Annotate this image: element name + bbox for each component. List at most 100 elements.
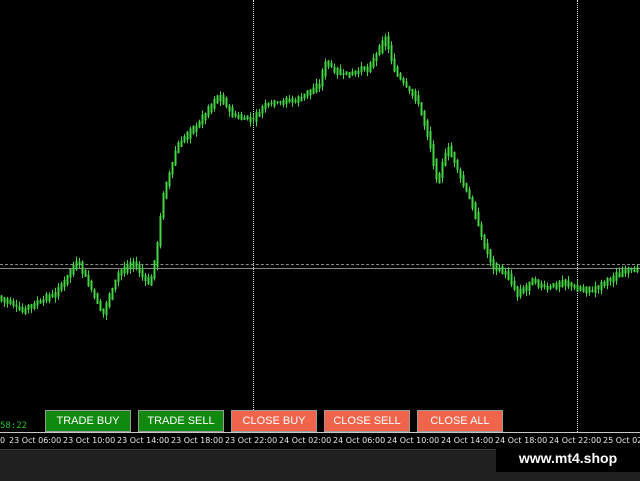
candle-body xyxy=(168,172,171,187)
candle-body xyxy=(237,114,240,119)
candle-body xyxy=(78,261,81,265)
candle-body xyxy=(480,224,483,237)
candle-body xyxy=(624,269,627,274)
trade-buy-button[interactable]: TRADE BUY xyxy=(45,410,131,432)
candle-body xyxy=(498,267,501,272)
candle-body xyxy=(561,280,564,288)
candle-body xyxy=(576,284,579,292)
candle-body xyxy=(450,145,453,158)
candle-body xyxy=(585,286,588,294)
candle-body xyxy=(105,302,108,316)
candle-body xyxy=(219,95,222,102)
candle-body xyxy=(438,173,441,184)
candle-body xyxy=(120,269,123,276)
candle-body xyxy=(225,97,228,108)
candle-body xyxy=(138,264,141,274)
candle-body xyxy=(204,112,207,121)
candle-body xyxy=(60,283,63,291)
candle-body xyxy=(180,140,183,147)
candle-body xyxy=(75,261,78,270)
candle-body xyxy=(633,269,636,273)
candle-body xyxy=(318,83,321,89)
candle-body xyxy=(504,271,507,275)
candle-body xyxy=(369,62,372,73)
candle-body xyxy=(549,285,552,289)
candle-body xyxy=(117,272,120,282)
candle-body xyxy=(195,125,198,132)
close-all-button[interactable]: CLOSE ALL xyxy=(417,410,503,432)
candle-body xyxy=(270,102,273,104)
candle-body xyxy=(81,261,84,274)
candle-body xyxy=(537,279,540,288)
candle-body xyxy=(513,280,516,290)
candle-body xyxy=(132,261,135,268)
candle-body xyxy=(93,289,96,298)
axis-tick-label: 24 Oct 02:00 xyxy=(279,436,332,445)
candle-body xyxy=(522,287,525,294)
candle-body xyxy=(297,96,300,103)
candle-body xyxy=(456,159,459,171)
candle-body xyxy=(372,57,375,68)
candlestick-series xyxy=(0,31,639,320)
candle-body xyxy=(12,301,15,306)
candle-body xyxy=(627,267,630,274)
candle-body xyxy=(573,284,576,289)
candle-body xyxy=(486,242,489,255)
candle-body xyxy=(357,70,360,74)
candle-body xyxy=(129,261,132,270)
trade-sell-button[interactable]: TRADE SELL xyxy=(138,410,224,432)
candle-body xyxy=(570,282,573,287)
candle-body xyxy=(405,81,408,88)
candle-body xyxy=(45,294,48,301)
candle-body xyxy=(243,117,246,120)
candle-body xyxy=(147,276,150,285)
price-chart[interactable]: 58:22 TRADE BUY TRADE SELL CLOSE BUY CLO… xyxy=(0,0,640,432)
candle-body xyxy=(213,98,216,109)
candle-body xyxy=(6,298,9,304)
candle-body xyxy=(423,110,426,126)
candle-body xyxy=(228,105,231,112)
candle-body xyxy=(153,260,156,279)
candle-body xyxy=(330,62,333,67)
candle-body xyxy=(600,281,603,291)
candle-body xyxy=(144,275,147,282)
candle-body xyxy=(381,40,384,54)
candle-body xyxy=(462,175,465,187)
candle-body xyxy=(531,278,534,286)
candle-body xyxy=(495,262,498,272)
candle-body xyxy=(189,128,192,139)
axis-tick-label: 24 Oct 10:00 xyxy=(387,436,440,445)
candle-body xyxy=(546,285,549,291)
candle-body xyxy=(72,264,75,275)
candle-body xyxy=(36,300,39,306)
candle-body xyxy=(273,100,276,107)
candle-body xyxy=(588,286,591,293)
candle-body xyxy=(375,53,378,62)
candle-body xyxy=(159,215,162,247)
candle-body xyxy=(345,71,348,75)
candle-body xyxy=(615,271,618,281)
candle-body xyxy=(501,266,504,274)
candle-body xyxy=(564,279,567,286)
candle-body xyxy=(57,286,60,297)
candle-body xyxy=(258,111,261,117)
candle-body xyxy=(558,281,561,288)
candle-body xyxy=(525,285,528,292)
candle-body xyxy=(516,286,519,298)
candle-body xyxy=(363,66,366,71)
candle-body xyxy=(177,142,180,154)
candle-body xyxy=(312,87,315,94)
candle-body xyxy=(246,115,249,120)
candle-body xyxy=(441,161,444,179)
candle-body xyxy=(411,89,414,97)
close-sell-button[interactable]: CLOSE SELL xyxy=(324,410,410,432)
candle-body xyxy=(210,103,213,113)
candle-body xyxy=(468,189,471,200)
axis-tick-label: 0 xyxy=(0,436,6,445)
candle-body xyxy=(447,147,450,157)
close-buy-button[interactable]: CLOSE BUY xyxy=(231,410,317,432)
candle-body xyxy=(606,277,609,286)
candle-body xyxy=(465,183,468,192)
candle-body xyxy=(327,60,330,67)
axis-tick-label: 24 Oct 06:00 xyxy=(333,436,386,445)
